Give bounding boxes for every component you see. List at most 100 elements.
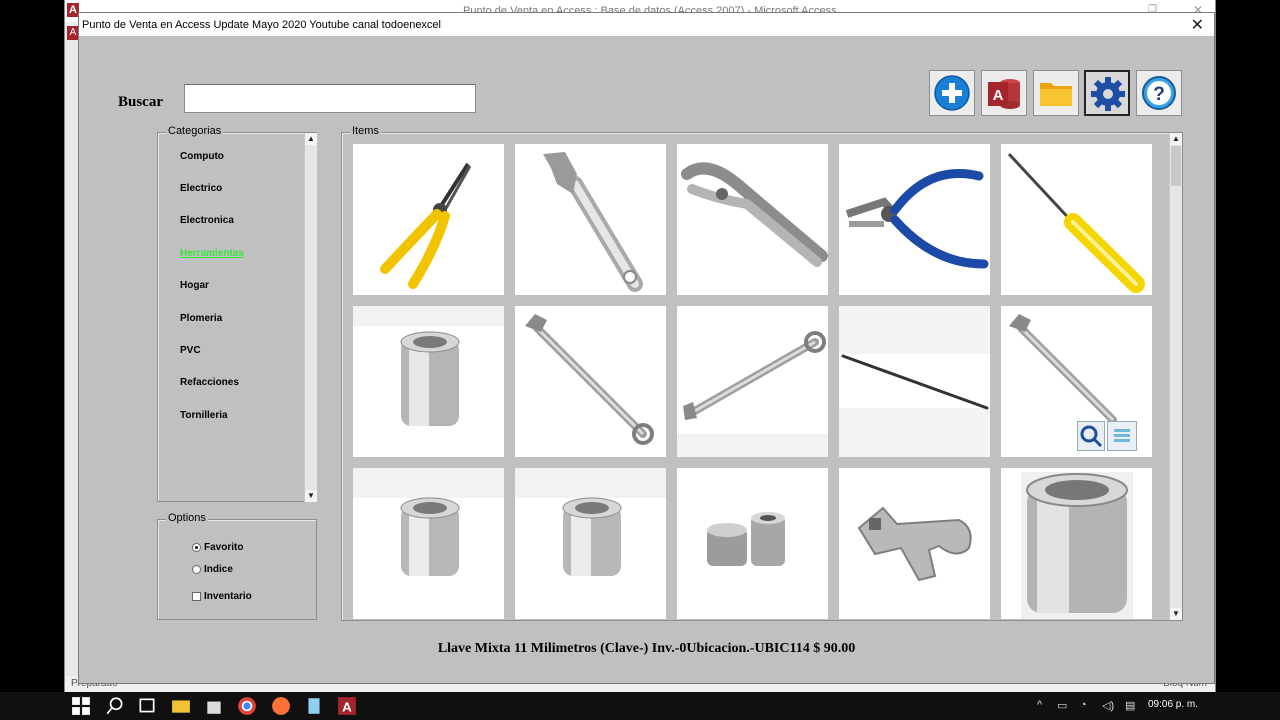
magnifier-icon [1080,425,1103,448]
file-explorer-icon[interactable] [170,696,192,716]
form-title-bar: Punto de Venta en Access Update Mayo 202… [79,13,1214,37]
locking-pliers-icon [681,162,828,267]
radio-button[interactable] [192,565,201,574]
list-icon [1114,429,1130,442]
pos-form-window: Punto de Venta en Access Update Mayo 202… [78,12,1215,684]
windows-start-icon[interactable] [70,696,92,716]
category-item[interactable]: Plomeria [180,313,222,324]
adjustable-wrench-icon [543,152,643,292]
item-tile[interactable] [353,144,504,295]
large-socket-icon [1021,472,1133,619]
item-tile[interactable] [515,144,666,295]
chrome-icon[interactable] [236,696,258,716]
screen-right-margin [1216,0,1280,692]
combination-wrench-icon [677,331,828,457]
radio-button[interactable] [192,543,201,552]
details-button[interactable] [1107,421,1137,451]
socket-set-icon [707,512,785,566]
svg-text:?: ? [1153,84,1165,105]
zoom-button[interactable] [1077,421,1105,451]
category-item[interactable]: Tornilleria [180,410,228,421]
scroll-thumb[interactable] [1171,146,1181,186]
diagonal-cutters-icon [845,169,989,269]
clock[interactable]: 09:06 p. m. [1148,699,1198,710]
items-scrollbar[interactable]: ▲ ▼ [1169,133,1182,620]
item-tile[interactable] [1001,306,1152,457]
item-tile[interactable] [1001,468,1152,619]
item-tile[interactable] [353,468,504,619]
crowfoot-wrench-icon [857,506,972,582]
form-title: Punto de Venta en Access Update Mayo 202… [82,19,441,31]
battery-icon[interactable]: ▭ [1057,699,1067,712]
options-label: Options [166,512,208,524]
language-icon[interactable]: ▤ [1125,699,1135,712]
help-button[interactable]: ? [1136,70,1182,116]
category-item[interactable]: Electrico [180,183,222,194]
notepad-icon[interactable] [303,696,325,716]
category-item[interactable]: PVC [180,345,201,356]
folder-icon [1040,83,1072,106]
socket-icon [353,306,504,426]
categories-scrollbar[interactable]: ▲ ▼ [304,133,317,502]
option-label: Favorito [204,542,244,553]
plus-circle-icon [934,75,970,111]
categories-group: Categorias Computo Electrico Electronica… [157,125,317,502]
category-item-selected[interactable]: Herramientas [180,248,244,259]
screen-left-margin [0,0,64,692]
access-button[interactable]: A [981,70,1027,116]
scroll-down-icon[interactable]: ▼ [305,490,317,502]
svg-text:A: A [342,700,352,715]
firefox-icon[interactable] [270,696,292,716]
svg-text:A: A [993,87,1004,104]
needle-nose-pliers-icon [380,162,472,289]
category-item[interactable]: Hogar [180,280,209,291]
item-tile[interactable] [515,468,666,619]
socket-icon [353,468,504,576]
settings-button[interactable] [1084,70,1130,116]
store-icon[interactable] [203,696,225,716]
windows-taskbar: A ^ ▭ ◔ ◁) ▤ 09:06 p. m. [0,692,1280,720]
options-group: Options Favorito Indice Inventario [157,512,317,620]
network-icon[interactable]: ◔ [1080,699,1087,711]
item-tile[interactable] [677,144,828,295]
show-hidden-icons-icon[interactable]: ^ [1037,699,1042,711]
category-item[interactable]: Computo [180,151,224,162]
search-icon[interactable] [104,696,126,716]
add-button[interactable] [929,70,975,116]
screwdriver-icon [1007,152,1145,293]
folder-button[interactable] [1033,70,1079,116]
close-button[interactable]: ✕ [1191,15,1204,35]
socket-icon [515,468,666,576]
items-grid [342,133,1170,620]
items-group: Items ▲ ▼ [341,125,1183,621]
gear-icon [1091,77,1125,111]
access-db-icon: A [988,79,1020,109]
category-item[interactable]: Electronica [180,215,234,226]
item-tile[interactable] [515,306,666,457]
task-view-icon[interactable] [136,696,158,716]
search-input[interactable] [184,84,476,113]
file-rod-icon [839,306,990,457]
question-icon: ? [1142,76,1176,110]
item-tile[interactable] [677,468,828,619]
item-tile[interactable] [677,306,828,457]
category-item[interactable]: Refacciones [180,377,239,388]
checkbox[interactable] [192,592,201,601]
scroll-up-icon[interactable]: ▲ [305,133,317,145]
volume-icon[interactable]: ◁) [1102,699,1114,712]
item-tile[interactable] [1001,144,1152,295]
item-tile[interactable] [839,468,990,619]
combination-wrench-icon [525,314,654,445]
option-label: Inventario [204,591,252,602]
option-label: Indice [204,564,233,575]
scroll-down-icon[interactable]: ▼ [1170,608,1182,620]
search-label: Buscar [118,94,163,110]
navigation-pane-strip [65,40,79,680]
categories-list[interactable]: Computo Electrico Electronica Herramient… [158,133,317,502]
item-tile[interactable] [839,144,990,295]
selected-item-details: Llave Mixta 11 Milimetros (Clave-) Inv.-… [437,641,856,656]
access-taskbar-icon[interactable]: A [336,696,358,716]
item-tile[interactable] [839,306,990,457]
item-tile[interactable] [353,306,504,457]
scroll-up-icon[interactable]: ▲ [1170,133,1182,145]
